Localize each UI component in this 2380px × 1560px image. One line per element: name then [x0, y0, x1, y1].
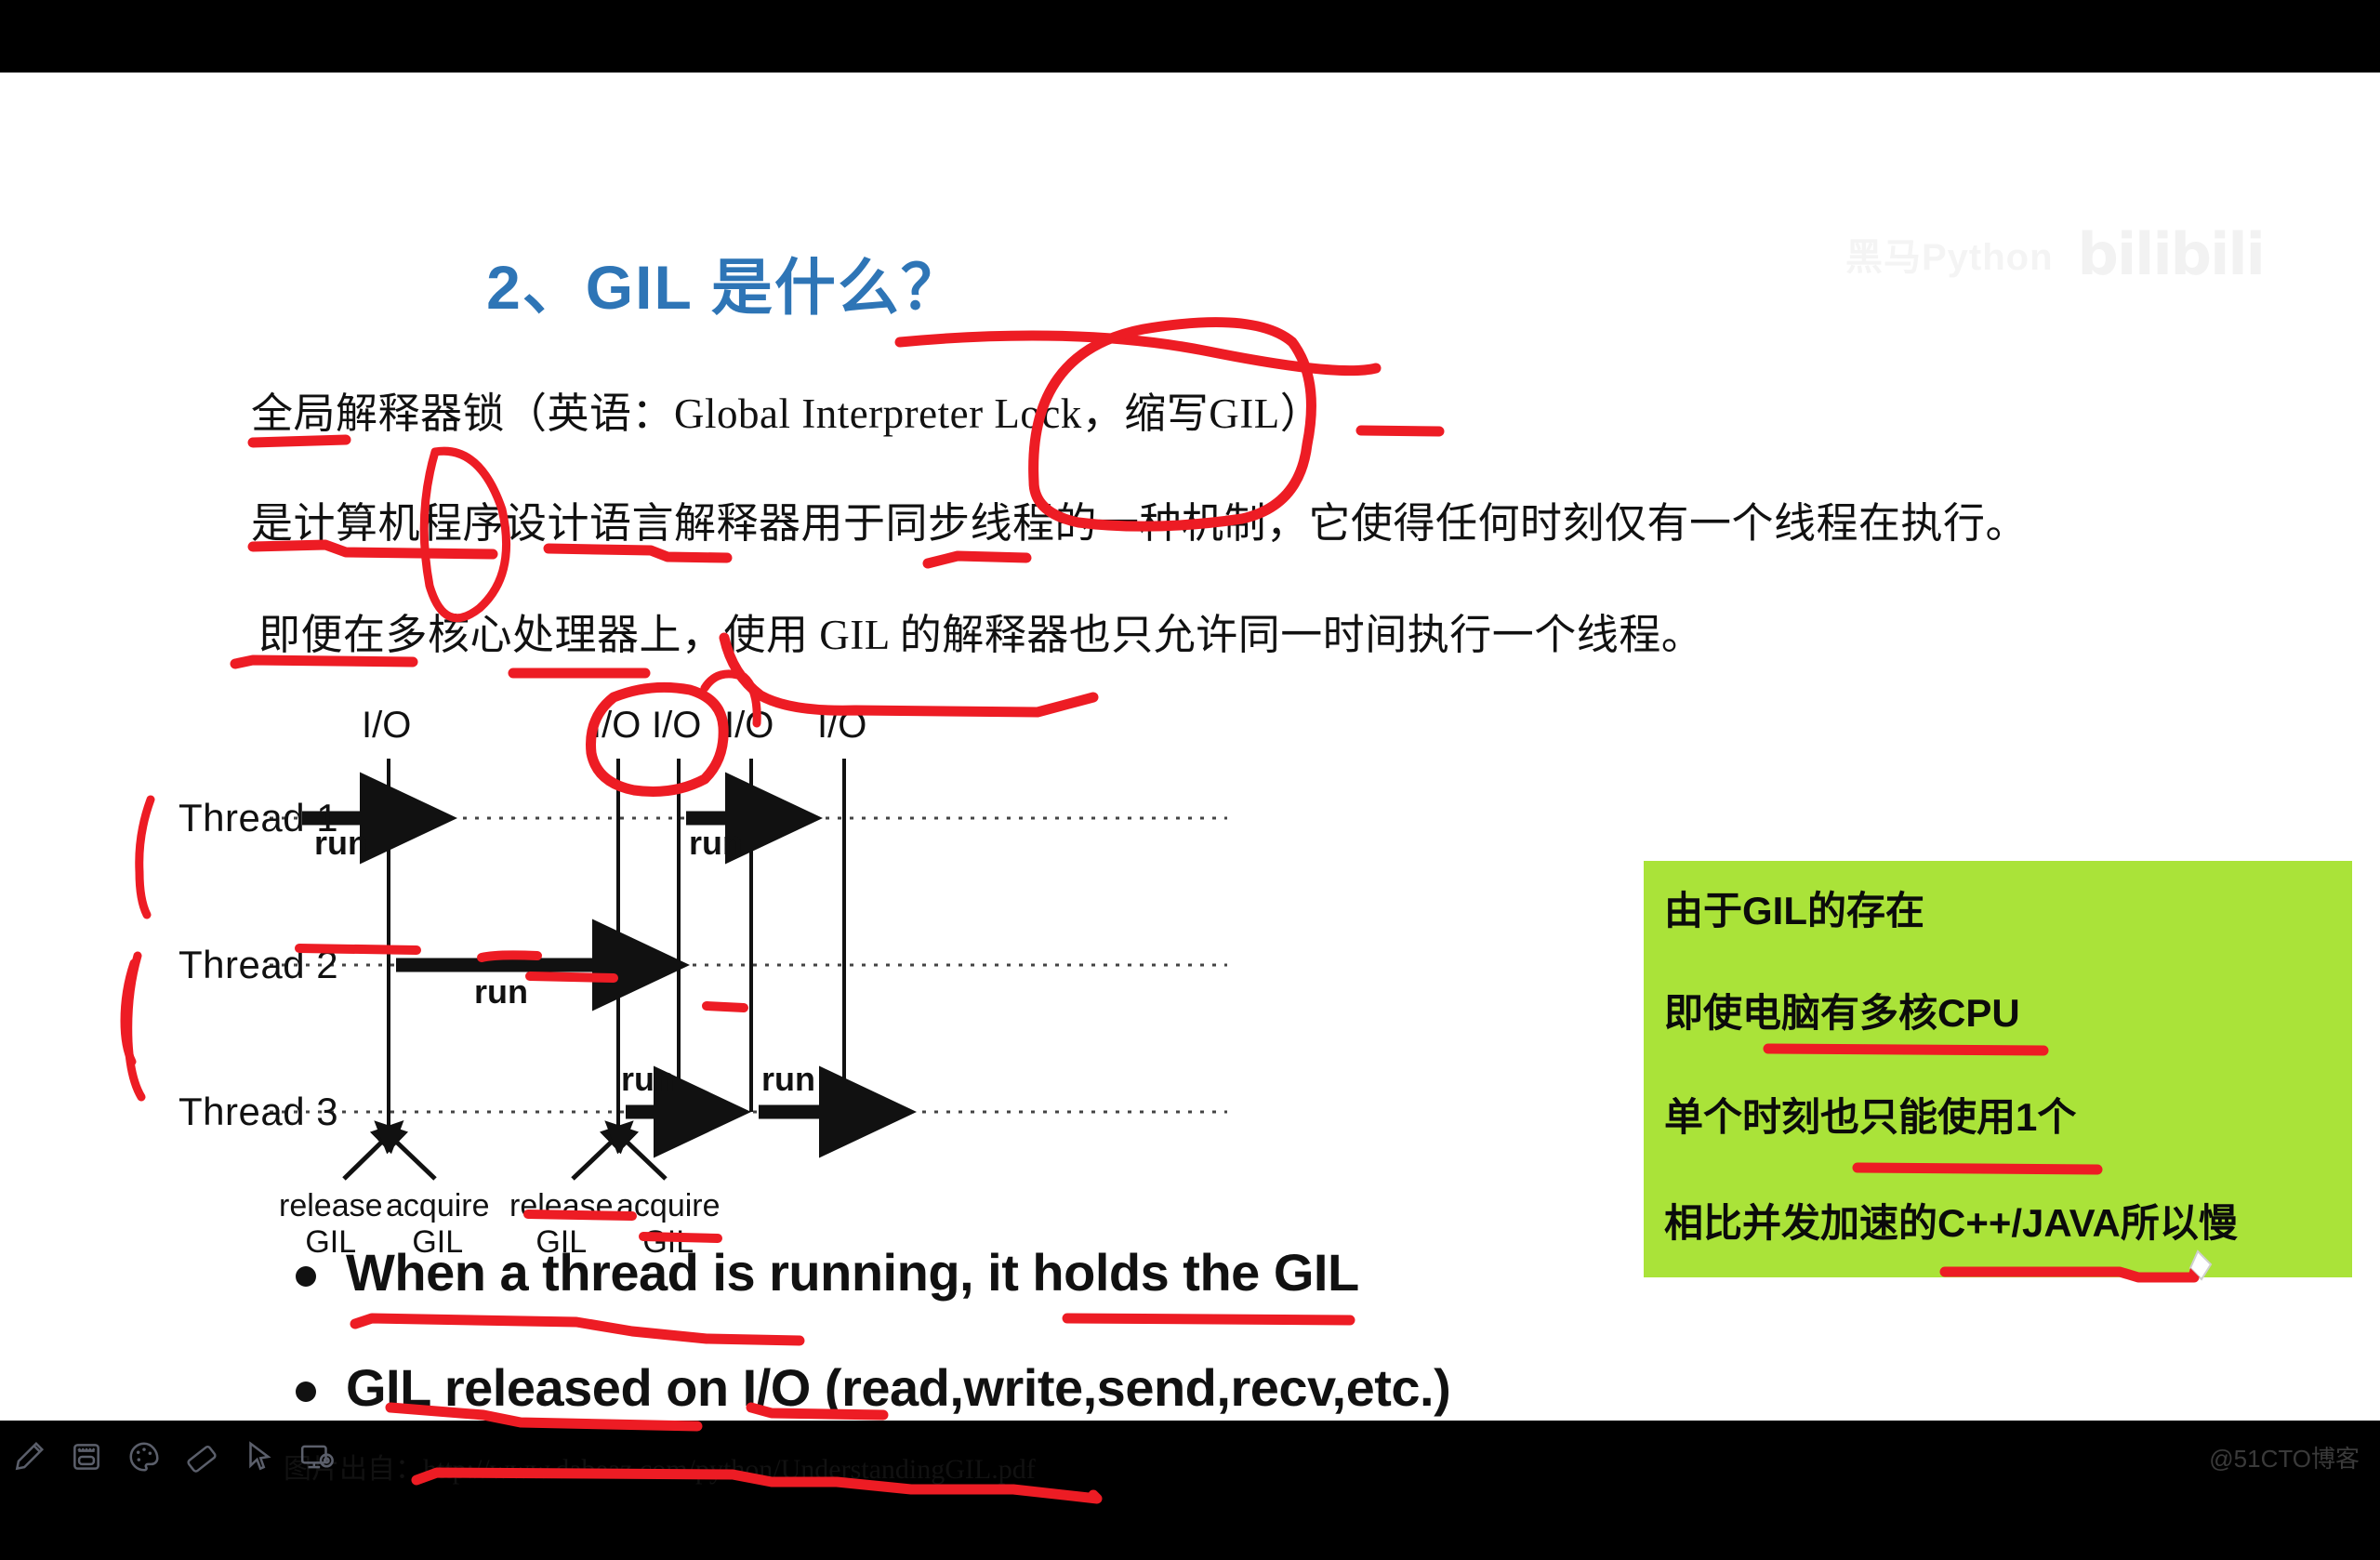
bullet-item-2: GIL released on I/O (read,write,send,rec…	[296, 1357, 1451, 1418]
ink-underline-p1-a	[247, 434, 351, 448]
ink-underline-bullet1-b	[1062, 1313, 1355, 1326]
pen-tool-icon[interactable]	[9, 1437, 48, 1476]
record-tool-icon[interactable]	[298, 1437, 337, 1476]
run-label-t2: run	[474, 972, 528, 1011]
paragraph-mechanism: 是计算机程序设计语言解释器用于同步线程的一种机制，它使得任何时刻仅有一个线程在执…	[251, 500, 2029, 547]
cursor-tool-icon[interactable]	[240, 1437, 279, 1476]
callout-line-1: 由于GIL的存在	[1664, 889, 1924, 932]
gil-event-action: acquire	[386, 1188, 490, 1223]
eraser-tool-icon[interactable]	[182, 1437, 221, 1476]
paragraph-multicore: 即便在多核心处理器上，使用 GIL 的解释器也只允许同一时间执行一个线程。	[258, 612, 1704, 658]
annotation-toolbar[interactable]	[9, 1437, 337, 1476]
brand-watermark: 黑马Python bilibili	[1845, 212, 2366, 296]
image-source-credit: 图片出自：http://www.dabeaz.com/python/Unders…	[284, 1454, 1036, 1485]
ink-spacer	[1106, 668, 1236, 669]
io-label-2: I/O	[591, 705, 641, 746]
gil-thread-timeline-diagram: Thread 1 Thread 2 Thread 3 I/O I/O I/O I…	[178, 705, 1664, 1260]
run-label-t3-b: run	[761, 1060, 815, 1098]
ink-bracket-thread-3	[120, 958, 139, 1066]
thread-2-label: Thread 2	[178, 943, 339, 986]
callout-line-2: 即使电脑有多核CPU	[1664, 991, 2020, 1035]
gil-event-action: acquire	[616, 1188, 721, 1223]
ink-underline-bullet1-a	[350, 1313, 805, 1346]
ink-underline-p2-b	[543, 543, 733, 563]
ink-underline-p1-gil	[1355, 425, 1445, 437]
bullet-dot-icon	[296, 1266, 316, 1288]
gil-event-action: release	[279, 1188, 383, 1223]
palette-tool-icon[interactable]	[125, 1437, 164, 1476]
gil-summary-callout: 由于GIL的存在 即使电脑有多核CPU 单个时刻也只能使用1个 相比并发加速的C…	[1644, 861, 2352, 1277]
slide-canvas: 黑马Python bilibili 2、GIL 是什么？ 全局解释器锁（英语：G…	[0, 73, 2380, 1504]
shape-tool-icon[interactable]	[67, 1437, 106, 1476]
run-label-t3-a: run	[621, 1060, 675, 1098]
ink-bracket-thread-2	[124, 951, 146, 1102]
bullet-text: When a thread is running, it holds the G…	[346, 1243, 1359, 1302]
page-title: 2、GIL 是什么？	[486, 253, 964, 322]
io-label-3: I/O	[652, 705, 702, 746]
io-label-5: I/O	[817, 705, 867, 746]
ink-bracket-thread-1	[135, 795, 155, 919]
ink-underline-p2-c	[922, 550, 1032, 569]
bilibili-logo-watermark: bilibili	[2077, 219, 2266, 288]
bullet-dot-icon	[296, 1382, 316, 1403]
thread-3-label: Thread 3	[178, 1090, 339, 1133]
screen: 黑马Python bilibili 2、GIL 是什么？ 全局解释器锁（英语：G…	[0, 0, 2380, 1504]
watermark-text: 黑马Python	[1845, 237, 2054, 278]
corner-watermark: @51CTO博客	[2209, 1445, 2360, 1473]
ink-underline-title	[894, 330, 1382, 377]
gil-event-action: release	[509, 1188, 614, 1223]
bullet-text: GIL released on I/O (read,write,send,rec…	[346, 1358, 1451, 1417]
diagram-lines	[270, 759, 1227, 1181]
io-label-1: I/O	[362, 705, 412, 746]
callout-line-4: 相比并发加速的C++/JAVA所以慢	[1664, 1201, 2238, 1245]
io-label-4: I/O	[724, 705, 774, 746]
ink-spacer3	[132, 900, 145, 919]
bullet-item-1: When a thread is running, it holds the G…	[296, 1242, 1359, 1302]
run-label-t1-a: run	[314, 824, 368, 862]
paragraph-definition: 全局解释器锁（英语：Global Interpreter Lock，缩写GIL）	[251, 390, 1323, 437]
run-label-t1-b: run	[689, 824, 743, 862]
callout-line-3: 单个时刻也只能使用1个	[1664, 1095, 2077, 1139]
